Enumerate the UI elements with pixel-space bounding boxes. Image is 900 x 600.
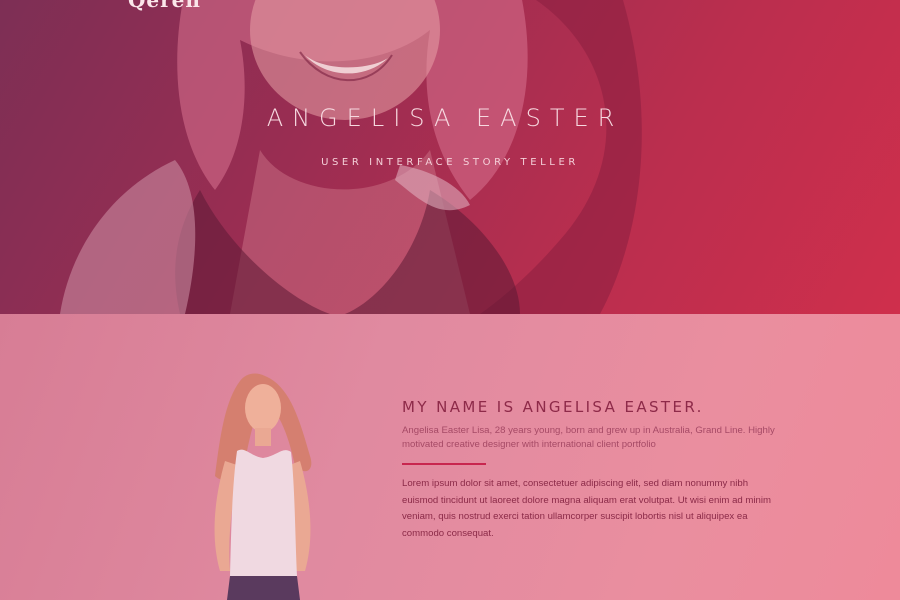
about-heading: MY NAME IS ANGELISA EASTER.	[402, 398, 704, 416]
hero-subtitle: USER INTERFACE STORY TELLER	[321, 157, 579, 168]
hero-section: Qeren ANGELISA EASTER USER INTERFACE STO…	[0, 0, 900, 314]
brand-logo[interactable]: Qeren	[128, 0, 201, 12]
about-intro-text: Angelisa Easter Lisa, 28 years young, bo…	[402, 425, 775, 450]
hero-title: ANGELISA EASTER	[266, 104, 624, 132]
profile-photo	[214, 373, 312, 600]
heading-divider	[402, 463, 486, 465]
about-section: MY NAME IS ANGELISA EASTER. Angelisa Eas…	[0, 314, 900, 600]
about-body-text: Lorem ipsum dolor sit amet, consectetuer…	[402, 478, 772, 539]
